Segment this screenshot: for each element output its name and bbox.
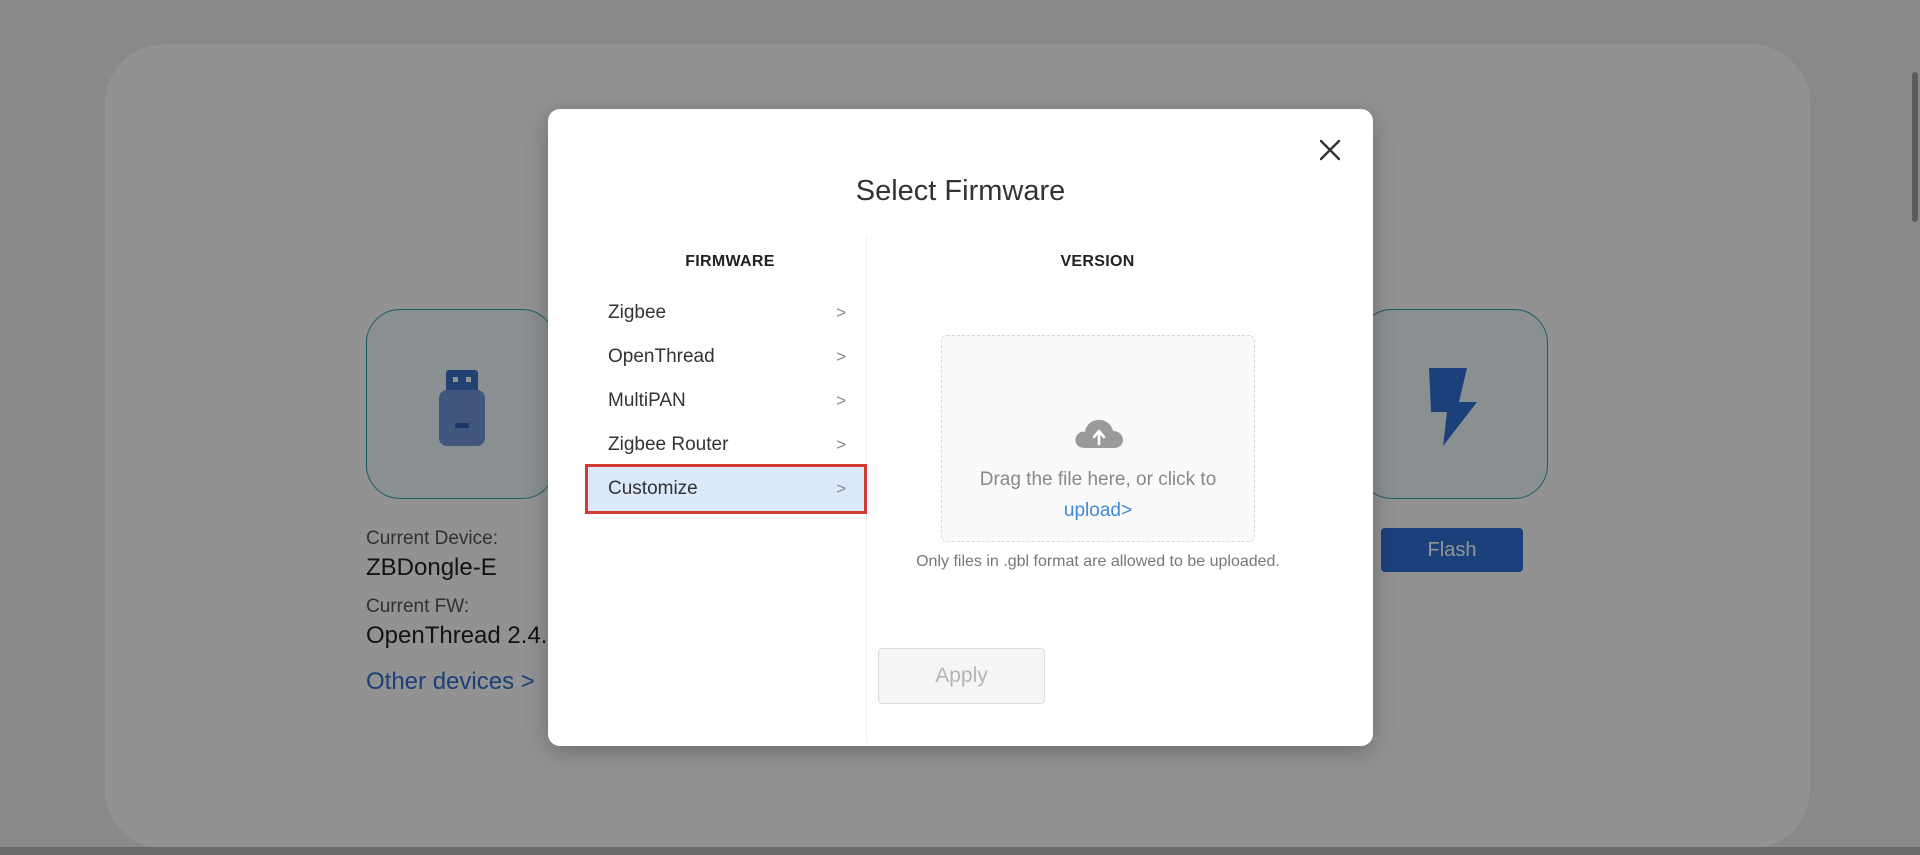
scrollbar[interactable] — [1910, 0, 1920, 855]
horizontal-scrollbar[interactable] — [0, 847, 1920, 855]
cloud-upload-icon — [1075, 419, 1123, 448]
firmware-item-label: Zigbee — [608, 302, 667, 323]
firmware-item-multipan[interactable]: MultiPAN > — [588, 379, 864, 423]
firmware-item-zigbee[interactable]: Zigbee > — [588, 291, 864, 335]
firmware-item-zigbee-router[interactable]: Zigbee Router > — [588, 423, 864, 467]
firmware-item-label: Zigbee Router — [608, 434, 729, 455]
firmware-item-label: OpenThread — [608, 346, 715, 367]
close-icon[interactable] — [1315, 135, 1345, 165]
dialog-title: Select Firmware — [855, 175, 1066, 207]
firmware-column-header: FIRMWARE — [685, 253, 775, 270]
upload-link[interactable]: upload> — [942, 495, 1254, 526]
column-divider — [866, 237, 867, 742]
apply-button[interactable]: Apply — [878, 648, 1045, 704]
select-firmware-dialog: Select Firmware FIRMWARE VERSION Zigbee … — [548, 109, 1373, 746]
firmware-item-customize[interactable]: Customize > — [585, 464, 867, 514]
upload-format-note: Only files in .gbl format are allowed to… — [916, 553, 1280, 570]
upload-drag-text: Drag the file here, or click to — [979, 469, 1217, 490]
chevron-right-icon: > — [836, 479, 846, 498]
chevron-right-icon: > — [836, 391, 846, 410]
upload-instructions: Drag the file here, or click to upload> — [942, 464, 1254, 526]
firmware-list: Zigbee > OpenThread > MultiPAN > Zigbee … — [585, 291, 867, 514]
firmware-item-label: Customize — [608, 478, 698, 499]
firmware-item-label: MultiPAN — [608, 390, 686, 411]
chevron-right-icon: > — [836, 347, 846, 366]
version-column-header: VERSION — [1060, 253, 1135, 270]
firmware-item-openthread[interactable]: OpenThread > — [588, 335, 864, 379]
file-upload-dropzone[interactable]: Drag the file here, or click to upload> — [941, 335, 1255, 542]
chevron-right-icon: > — [836, 435, 846, 454]
chevron-right-icon: > — [836, 303, 846, 322]
scrollbar-thumb[interactable] — [1912, 72, 1918, 222]
